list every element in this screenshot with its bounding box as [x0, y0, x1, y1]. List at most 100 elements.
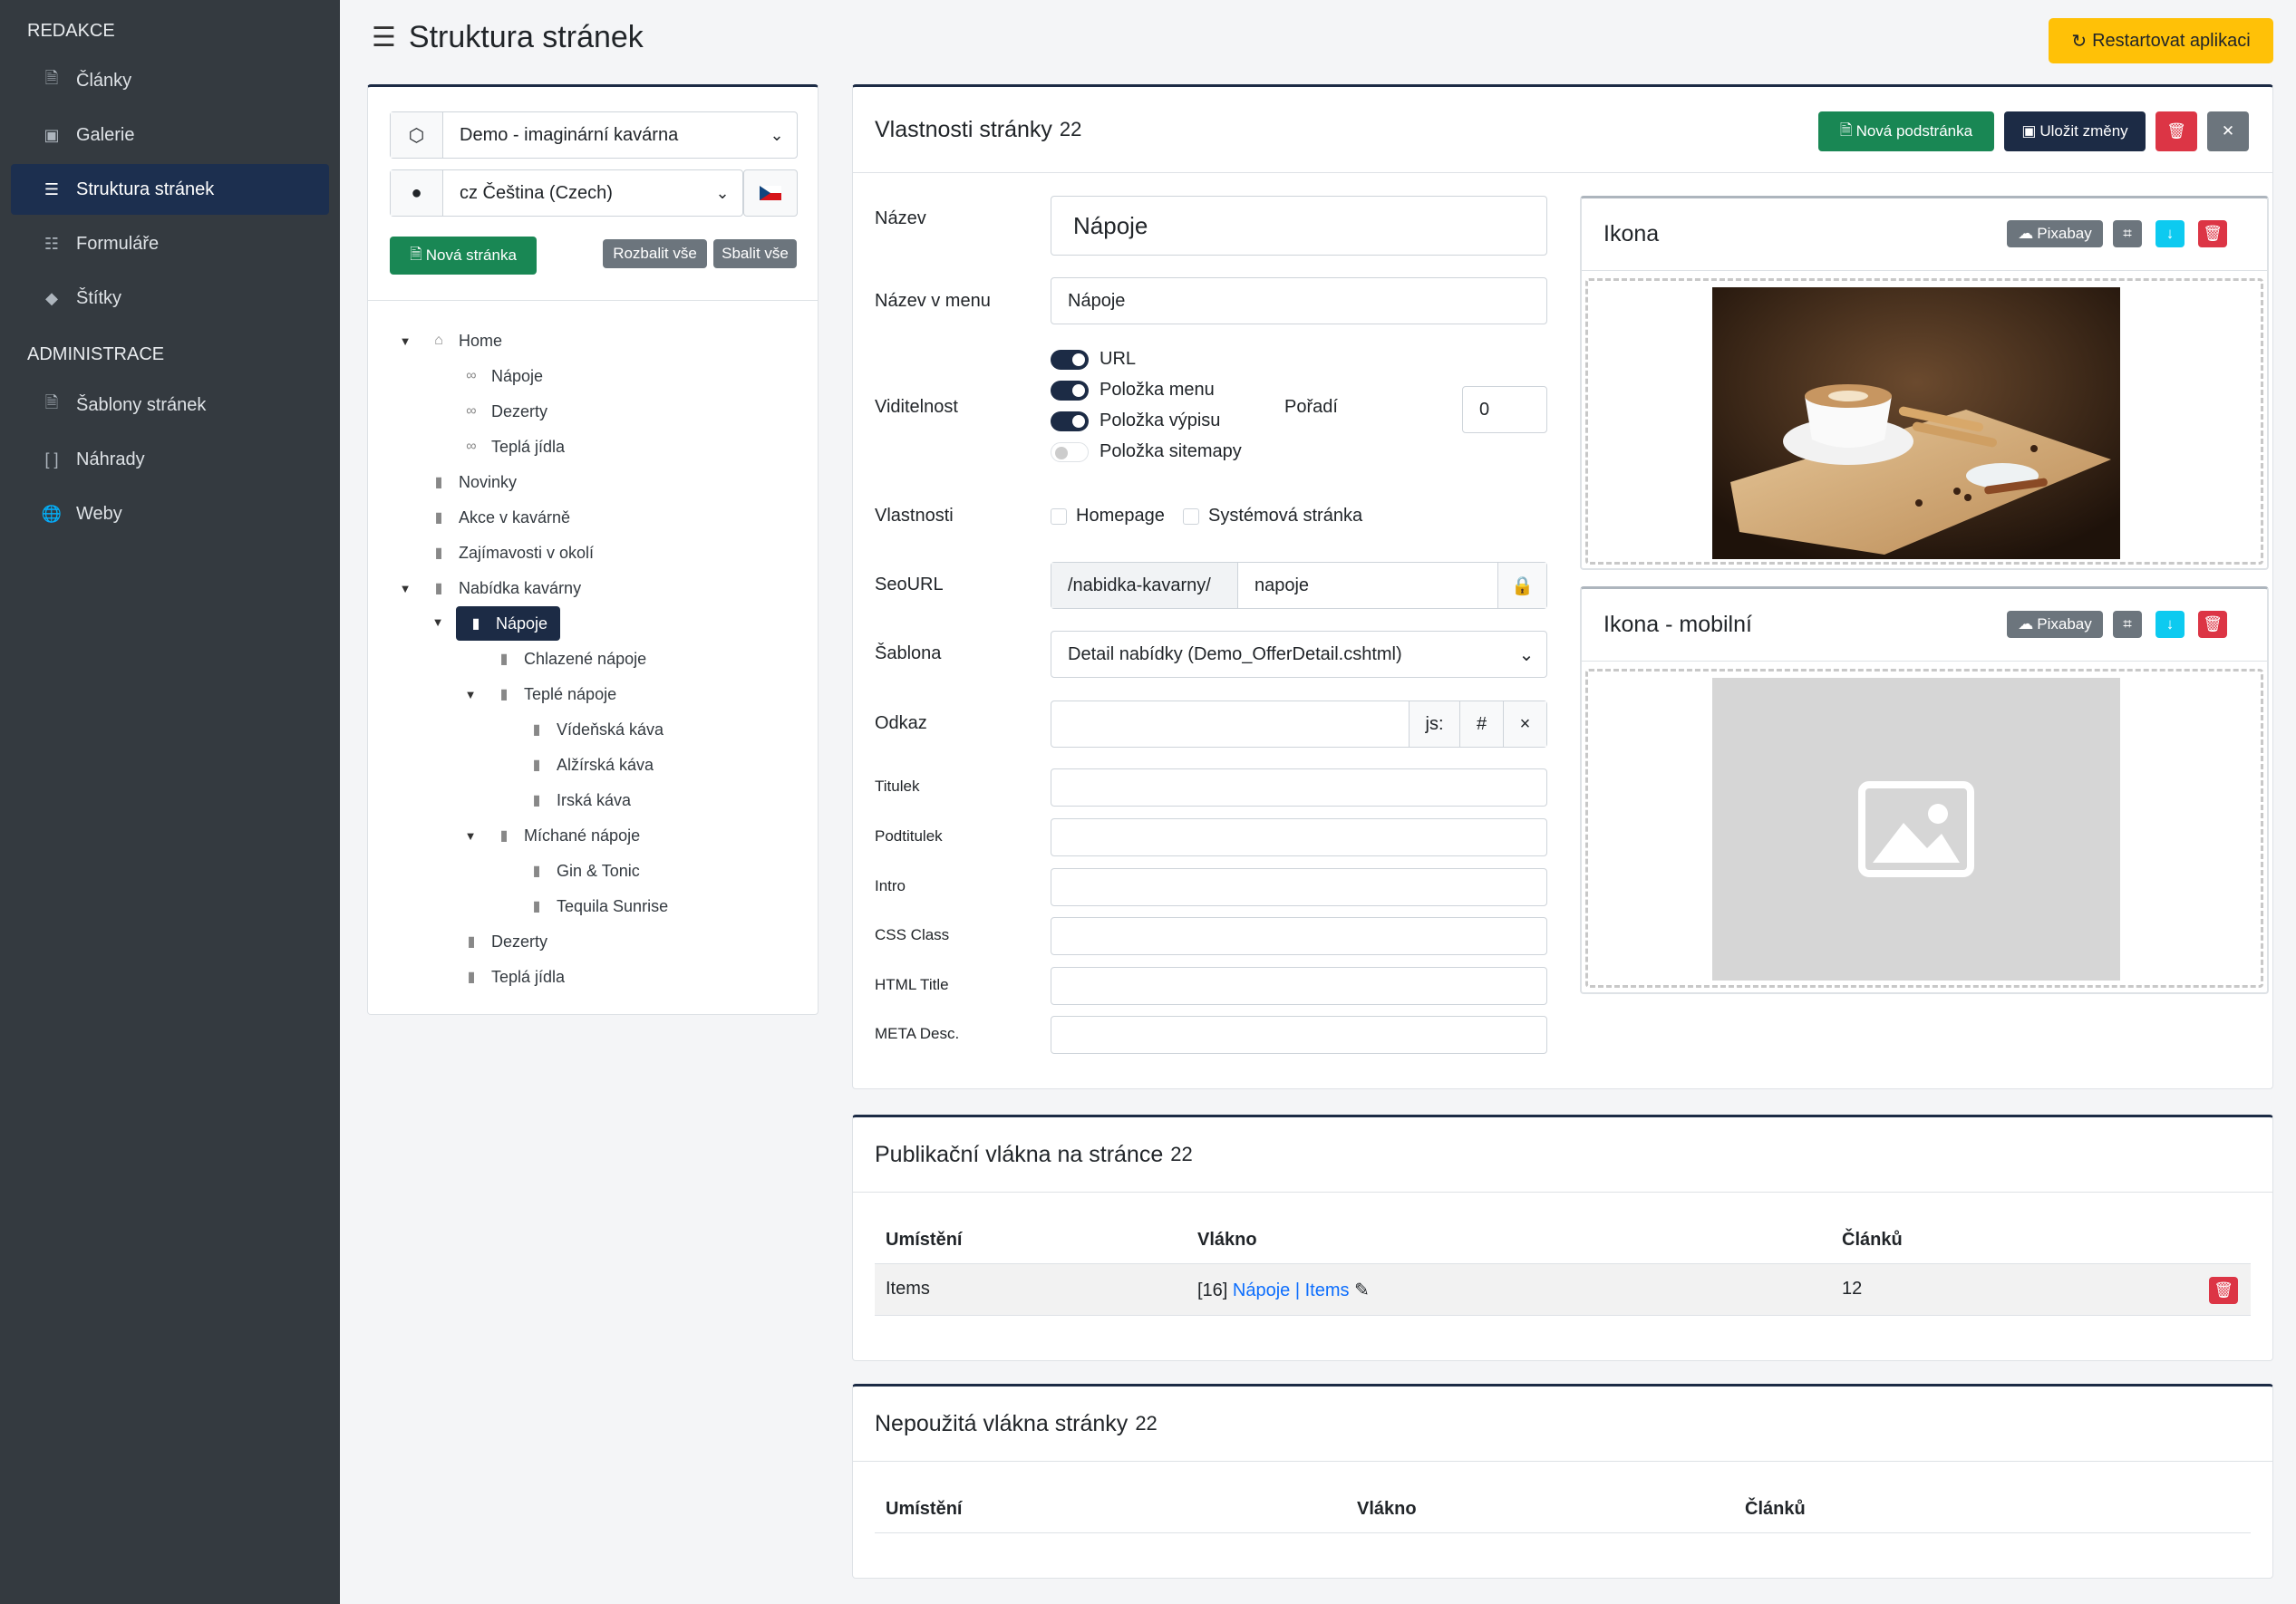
trash-icon: 🗑 [2203, 615, 2223, 633]
tree-node-label: Dezerty [491, 932, 548, 951]
delete-image-button[interactable]: 🗑 [2198, 220, 2227, 247]
checkbox[interactable] [1183, 507, 1199, 525]
save-changes-button[interactable]: ▣ Uložit změny [2004, 111, 2146, 151]
delete-thread-button[interactable]: 🗑 [2209, 1277, 2238, 1304]
panel-title: Nepoužitá vlákna stránky [875, 1410, 1129, 1436]
sidebar-item-formulare[interactable]: ☷ Formuláře [11, 218, 329, 269]
panel-title: Publikační vlákna na stránce [875, 1141, 1164, 1167]
seourl-slug-input[interactable]: napoje [1238, 575, 1497, 596]
tree-node[interactable]: ▼ ▮ Nabídka kavárny [397, 573, 582, 604]
hash-button[interactable]: # [1459, 701, 1503, 747]
delete-page-button[interactable]: 🗑 [2156, 111, 2197, 151]
tree-node-label: Vídeňská káva [557, 720, 664, 739]
lock-icon[interactable]: 🔒 [1497, 563, 1546, 608]
image-dropzone[interactable] [1585, 669, 2263, 988]
nazev-menu-input[interactable]: Nápoje [1051, 277, 1547, 324]
tree-node[interactable]: ▮ Zajímavosti v okolí [430, 537, 594, 568]
sidebar-item-struktura[interactable]: ☰ Struktura stránek [11, 164, 329, 215]
nazev-input[interactable]: Nápoje [1051, 196, 1547, 256]
tree-node-label: Dezerty [491, 401, 548, 420]
site-select[interactable]: ⬡ Demo - imaginární kavárna ⌄ [390, 111, 798, 159]
label-nazev: Název [875, 208, 926, 228]
sidebar-item-weby[interactable]: 🌐 Weby [11, 488, 329, 539]
tree-node-selected[interactable]: ▼ [430, 606, 455, 637]
tree-node-label: Chlazené nápoje [524, 649, 647, 668]
collapse-all-button[interactable]: Sbalit vše [713, 239, 797, 268]
checkbox[interactable] [1051, 507, 1067, 525]
clear-button[interactable]: × [1503, 701, 1546, 747]
caret-down-icon: ▼ [464, 828, 477, 843]
tree-node[interactable]: ▮ Alžírská káva [528, 749, 654, 780]
checkbox-system-page[interactable]: Systémová stránka [1183, 506, 1362, 527]
toggle-switch[interactable] [1051, 411, 1089, 431]
sablona-select[interactable]: Detail nabídky (Demo_OfferDetail.cshtml)… [1051, 631, 1547, 678]
toggle-list-item[interactable]: Položka výpisu [1051, 411, 1220, 431]
tree-node[interactable]: ▮ Tequila Sunrise [528, 891, 668, 922]
publication-threads-panel: Publikační vlákna na stránce 22 Umístění… [852, 1115, 2273, 1361]
tree-node-selected[interactable]: ▮ Nápoje [456, 606, 561, 641]
close-button[interactable]: ✕ [2207, 111, 2249, 151]
hexagon-icon: ⬡ [391, 112, 443, 158]
sidebar-item-galerie[interactable]: ▣ Galerie [11, 110, 329, 160]
tree-node[interactable]: ▮ Chlazené nápoje [495, 643, 647, 674]
toggle-switch[interactable] [1051, 441, 1089, 462]
home-icon: ⌂ [434, 333, 443, 348]
tree-node[interactable]: ∞ Nápoje [462, 361, 543, 391]
sidebar-item-stitky[interactable]: ◆ Štítky [11, 273, 329, 324]
new-page-button[interactable]: 🗎 Nová stránka [390, 237, 537, 275]
toggle-switch[interactable] [1051, 380, 1089, 401]
link-icon: ∞ [466, 439, 477, 454]
html-title-input[interactable] [1051, 967, 1547, 1005]
label-sablona: Šablona [875, 643, 942, 663]
tree-node[interactable]: ▼ ⌂ Home [397, 325, 502, 356]
image-dropzone[interactable] [1585, 278, 2263, 565]
file-icon: ▮ [499, 687, 509, 702]
meta-desc-input[interactable] [1051, 1016, 1547, 1054]
js-button[interactable]: js: [1409, 701, 1459, 747]
sidebar-item-sablony[interactable]: 🗎 Šablony stránek [11, 380, 329, 430]
crop-button[interactable]: ⌗ [2113, 611, 2142, 638]
tree-node-label: Nápoje [496, 614, 548, 633]
tree-node[interactable]: ∞ Dezerty [462, 396, 547, 427]
css-class-input[interactable] [1051, 917, 1547, 955]
toggle-menu-item[interactable]: Položka menu [1051, 380, 1215, 401]
chevron-down-icon: ⌄ [770, 125, 784, 144]
intro-input[interactable] [1051, 868, 1547, 906]
tree-node[interactable]: ▮ Teplá jídla [462, 961, 565, 992]
odkaz-input[interactable] [1051, 701, 1409, 747]
tree-node[interactable]: ▮ Akce v kavárně [430, 502, 570, 533]
tree-node[interactable]: ▮ Vídeňská káva [528, 714, 664, 745]
column-header: Vlákno [1357, 1499, 1417, 1519]
thread-link[interactable]: Nápoje | Items [1233, 1280, 1350, 1300]
poradi-input[interactable]: 0 [1462, 386, 1547, 433]
download-button[interactable]: ↓ [2156, 220, 2185, 247]
sidebar-item-nahrady[interactable]: [ ] Náhrady [11, 434, 329, 485]
sidebar-item-clanky[interactable]: 🗎 Články [11, 55, 329, 106]
pixabay-button[interactable]: ☁ Pixabay [2007, 611, 2103, 638]
download-button[interactable]: ↓ [2156, 611, 2185, 638]
language-select[interactable]: ● cz Čeština (Czech) ⌄ [390, 169, 743, 217]
toggle-switch[interactable] [1051, 349, 1089, 370]
toggle-sitemap-item[interactable]: Položka sitemapy [1051, 441, 1242, 462]
delete-image-button[interactable]: 🗑 [2198, 611, 2227, 638]
tree-node[interactable]: ▮ Novinky [430, 467, 517, 498]
tree-node[interactable]: ▮ Dezerty [462, 926, 547, 957]
tree-node-label: Zajímavosti v okolí [459, 543, 595, 562]
new-subpage-button[interactable]: 🗎 Nová podstránka [1818, 111, 1994, 151]
tree-node[interactable]: ∞ Teplá jídla [462, 431, 565, 462]
tree-node[interactable]: ▮ Gin & Tonic [528, 855, 640, 886]
podtitulek-input[interactable] [1051, 818, 1547, 856]
pencil-icon[interactable]: ✎ [1354, 1280, 1370, 1300]
new-subpage-label: Nová podstránka [1855, 122, 1973, 140]
checkbox-homepage[interactable]: Homepage [1051, 506, 1165, 527]
crop-button[interactable]: ⌗ [2113, 220, 2142, 247]
tree-node[interactable]: ▼ ▮ Míchané nápoje [462, 820, 641, 851]
restart-app-button[interactable]: ↻ Restartovat aplikaci [2049, 18, 2273, 63]
tree-node[interactable]: ▮ Irská káva [528, 785, 631, 816]
expand-all-button[interactable]: Rozbalit vše [603, 239, 707, 268]
label-seourl: SeoURL [875, 575, 944, 594]
pixabay-button[interactable]: ☁ Pixabay [2007, 220, 2103, 247]
toggle-url[interactable]: URL [1051, 349, 1136, 370]
titulek-input[interactable] [1051, 768, 1547, 807]
tree-node[interactable]: ▼ ▮ Teplé nápoje [462, 679, 617, 710]
